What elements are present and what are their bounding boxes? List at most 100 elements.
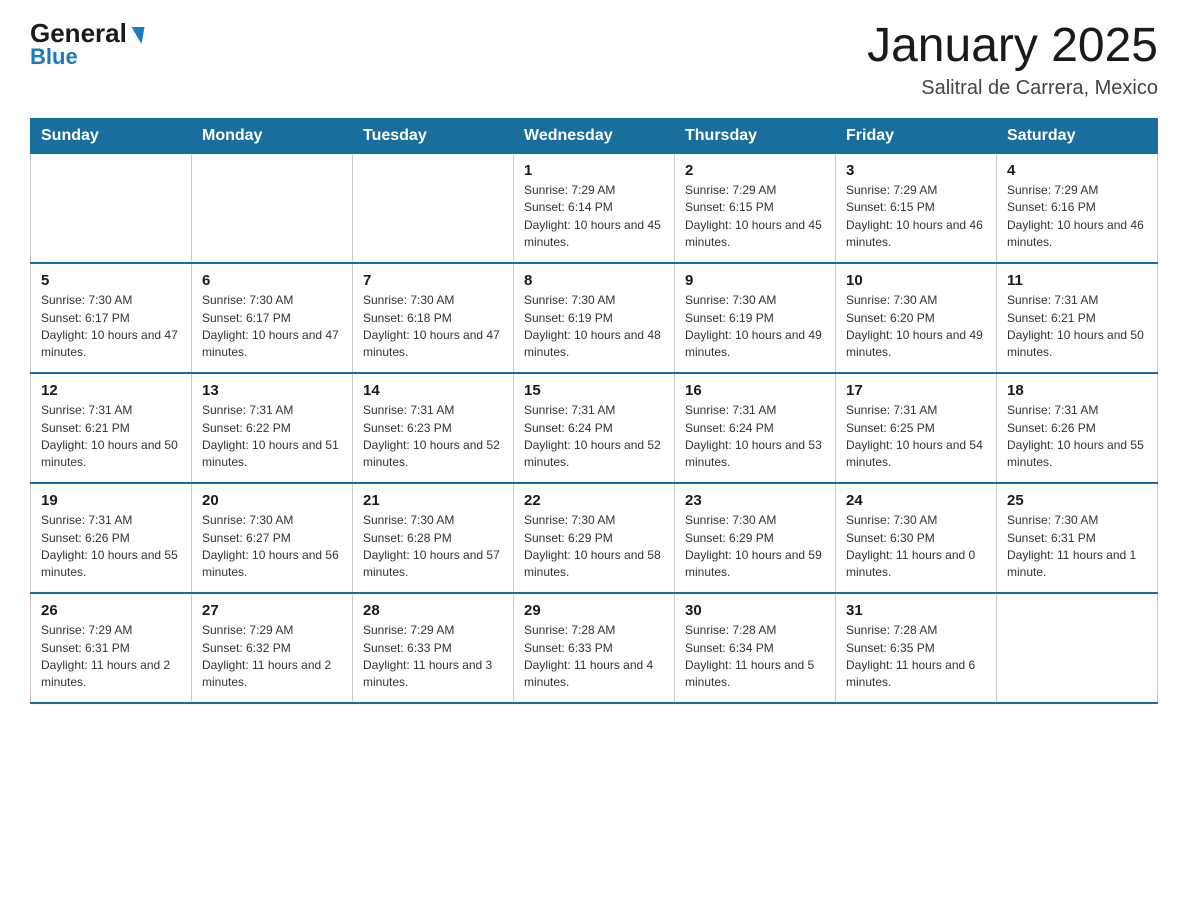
day-info: Sunrise: 7:30 AM Sunset: 6:29 PM Dayligh… bbox=[524, 512, 664, 582]
calendar-title: January 2025 bbox=[867, 20, 1158, 73]
day-cell: 24 Sunrise: 7:30 AM Sunset: 6:30 PM Dayli… bbox=[836, 483, 997, 593]
logo-text-line2: Blue bbox=[30, 44, 78, 70]
header-cell-tuesday: Tuesday bbox=[353, 118, 514, 153]
day-number: 9 bbox=[685, 272, 825, 289]
day-info: Sunrise: 7:31 AM Sunset: 6:24 PM Dayligh… bbox=[524, 402, 664, 472]
day-number: 21 bbox=[363, 492, 503, 509]
day-cell: 16 Sunrise: 7:31 AM Sunset: 6:24 PM Dayli… bbox=[675, 373, 836, 483]
day-cell: 23Sunrise: 7:30 AM Sunset: 6:29 PM Dayli… bbox=[675, 483, 836, 593]
day-info: Sunrise: 7:31 AM Sunset: 6:26 PM Dayligh… bbox=[1007, 402, 1147, 472]
day-info: Sunrise: 7:29 AM Sunset: 6:14 PM Dayligh… bbox=[524, 182, 664, 252]
day-info: Sunrise: 7:31 AM Sunset: 6:21 PM Dayligh… bbox=[41, 402, 181, 472]
day-number: 22 bbox=[524, 492, 664, 509]
day-cell: 17Sunrise: 7:31 AM Sunset: 6:25 PM Dayli… bbox=[836, 373, 997, 483]
day-cell bbox=[353, 153, 514, 263]
day-cell: 6Sunrise: 7:30 AM Sunset: 6:17 PM Daylig… bbox=[192, 263, 353, 373]
day-number: 8 bbox=[524, 272, 664, 289]
day-info: Sunrise: 7:30 AM Sunset: 6:19 PM Dayligh… bbox=[685, 292, 825, 362]
header-cell-thursday: Thursday bbox=[675, 118, 836, 153]
day-cell bbox=[31, 153, 192, 263]
day-info: Sunrise: 7:28 AM Sunset: 6:35 PM Dayligh… bbox=[846, 622, 986, 692]
week-row-2: 5 Sunrise: 7:30 AM Sunset: 6:17 PM Daylig… bbox=[31, 263, 1158, 373]
day-number: 11 bbox=[1007, 272, 1147, 289]
day-info: Sunrise: 7:30 AM Sunset: 6:19 PM Dayligh… bbox=[524, 292, 664, 362]
day-number: 12 bbox=[41, 382, 181, 399]
day-cell: 18 Sunrise: 7:31 AM Sunset: 6:26 PM Dayli… bbox=[997, 373, 1158, 483]
day-info: Sunrise: 7:31 AM Sunset: 6:21 PM Dayligh… bbox=[1007, 292, 1147, 362]
day-info: Sunrise: 7:29 AM Sunset: 6:15 PM Dayligh… bbox=[846, 182, 986, 252]
day-number: 13 bbox=[202, 382, 342, 399]
day-cell: 29 Sunrise: 7:28 AM Sunset: 6:33 PM Dayli… bbox=[514, 593, 675, 703]
week-row-5: 26 Sunrise: 7:29 AM Sunset: 6:31 PM Dayli… bbox=[31, 593, 1158, 703]
day-info: Sunrise: 7:30 AM Sunset: 6:30 PM Dayligh… bbox=[846, 512, 986, 582]
day-info: Sunrise: 7:29 AM Sunset: 6:15 PM Dayligh… bbox=[685, 182, 825, 252]
day-cell: 21 Sunrise: 7:30 AM Sunset: 6:28 PM Dayli… bbox=[353, 483, 514, 593]
day-cell: 5 Sunrise: 7:30 AM Sunset: 6:17 PM Daylig… bbox=[31, 263, 192, 373]
day-cell: 25 Sunrise: 7:30 AM Sunset: 6:31 PM Dayli… bbox=[997, 483, 1158, 593]
title-block: January 2025 Salitral de Carrera, Mexico bbox=[867, 20, 1158, 100]
day-cell: 26 Sunrise: 7:29 AM Sunset: 6:31 PM Dayli… bbox=[31, 593, 192, 703]
day-info: Sunrise: 7:29 AM Sunset: 6:31 PM Dayligh… bbox=[41, 622, 181, 692]
day-number: 31 bbox=[846, 602, 986, 619]
day-number: 4 bbox=[1007, 162, 1147, 179]
day-number: 2 bbox=[685, 162, 825, 179]
day-cell: 14 Sunrise: 7:31 AM Sunset: 6:23 PM Dayli… bbox=[353, 373, 514, 483]
day-info: Sunrise: 7:31 AM Sunset: 6:22 PM Dayligh… bbox=[202, 402, 342, 472]
day-number: 25 bbox=[1007, 492, 1147, 509]
day-number: 28 bbox=[363, 602, 503, 619]
header-cell-saturday: Saturday bbox=[997, 118, 1158, 153]
day-cell: 7 Sunrise: 7:30 AM Sunset: 6:18 PM Daylig… bbox=[353, 263, 514, 373]
day-number: 15 bbox=[524, 382, 664, 399]
header-cell-monday: Monday bbox=[192, 118, 353, 153]
day-number: 30 bbox=[685, 602, 825, 619]
day-info: Sunrise: 7:30 AM Sunset: 6:31 PM Dayligh… bbox=[1007, 512, 1147, 582]
day-number: 10 bbox=[846, 272, 986, 289]
day-info: Sunrise: 7:28 AM Sunset: 6:33 PM Dayligh… bbox=[524, 622, 664, 692]
day-number: 20 bbox=[202, 492, 342, 509]
day-number: 18 bbox=[1007, 382, 1147, 399]
calendar-body: 1Sunrise: 7:29 AM Sunset: 6:14 PM Daylig… bbox=[31, 153, 1158, 703]
day-cell: 3 Sunrise: 7:29 AM Sunset: 6:15 PM Daylig… bbox=[836, 153, 997, 263]
day-cell: 13 Sunrise: 7:31 AM Sunset: 6:22 PM Dayli… bbox=[192, 373, 353, 483]
day-cell: 4Sunrise: 7:29 AM Sunset: 6:16 PM Daylig… bbox=[997, 153, 1158, 263]
day-info: Sunrise: 7:30 AM Sunset: 6:20 PM Dayligh… bbox=[846, 292, 986, 362]
day-number: 5 bbox=[41, 272, 181, 289]
day-number: 3 bbox=[846, 162, 986, 179]
day-cell: 11 Sunrise: 7:31 AM Sunset: 6:21 PM Dayli… bbox=[997, 263, 1158, 373]
day-cell bbox=[997, 593, 1158, 703]
day-cell: 30Sunrise: 7:28 AM Sunset: 6:34 PM Dayli… bbox=[675, 593, 836, 703]
day-number: 16 bbox=[685, 382, 825, 399]
week-row-4: 19Sunrise: 7:31 AM Sunset: 6:26 PM Dayli… bbox=[31, 483, 1158, 593]
day-number: 27 bbox=[202, 602, 342, 619]
calendar-table: SundayMondayTuesdayWednesdayThursdayFrid… bbox=[30, 118, 1158, 705]
day-info: Sunrise: 7:31 AM Sunset: 6:26 PM Dayligh… bbox=[41, 512, 181, 582]
week-row-3: 12 Sunrise: 7:31 AM Sunset: 6:21 PM Dayli… bbox=[31, 373, 1158, 483]
day-cell bbox=[192, 153, 353, 263]
day-cell: 12 Sunrise: 7:31 AM Sunset: 6:21 PM Dayli… bbox=[31, 373, 192, 483]
day-cell: 27Sunrise: 7:29 AM Sunset: 6:32 PM Dayli… bbox=[192, 593, 353, 703]
day-cell: 19Sunrise: 7:31 AM Sunset: 6:26 PM Dayli… bbox=[31, 483, 192, 593]
day-number: 29 bbox=[524, 602, 664, 619]
header-cell-friday: Friday bbox=[836, 118, 997, 153]
day-number: 14 bbox=[363, 382, 503, 399]
day-cell: 8 Sunrise: 7:30 AM Sunset: 6:19 PM Daylig… bbox=[514, 263, 675, 373]
day-info: Sunrise: 7:30 AM Sunset: 6:18 PM Dayligh… bbox=[363, 292, 503, 362]
day-info: Sunrise: 7:31 AM Sunset: 6:25 PM Dayligh… bbox=[846, 402, 986, 472]
day-cell: 28 Sunrise: 7:29 AM Sunset: 6:33 PM Dayli… bbox=[353, 593, 514, 703]
day-info: Sunrise: 7:29 AM Sunset: 6:33 PM Dayligh… bbox=[363, 622, 503, 692]
day-cell: 22 Sunrise: 7:30 AM Sunset: 6:29 PM Dayli… bbox=[514, 483, 675, 593]
day-info: Sunrise: 7:30 AM Sunset: 6:17 PM Dayligh… bbox=[41, 292, 181, 362]
day-info: Sunrise: 7:31 AM Sunset: 6:23 PM Dayligh… bbox=[363, 402, 503, 472]
day-cell: 1Sunrise: 7:29 AM Sunset: 6:14 PM Daylig… bbox=[514, 153, 675, 263]
day-info: Sunrise: 7:30 AM Sunset: 6:28 PM Dayligh… bbox=[363, 512, 503, 582]
day-number: 7 bbox=[363, 272, 503, 289]
day-info: Sunrise: 7:30 AM Sunset: 6:17 PM Dayligh… bbox=[202, 292, 342, 362]
day-number: 26 bbox=[41, 602, 181, 619]
day-number: 23 bbox=[685, 492, 825, 509]
day-info: Sunrise: 7:31 AM Sunset: 6:24 PM Dayligh… bbox=[685, 402, 825, 472]
day-cell: 10 Sunrise: 7:30 AM Sunset: 6:20 PM Dayli… bbox=[836, 263, 997, 373]
header-row: SundayMondayTuesdayWednesdayThursdayFrid… bbox=[31, 118, 1158, 153]
day-cell: 9 Sunrise: 7:30 AM Sunset: 6:19 PM Daylig… bbox=[675, 263, 836, 373]
day-number: 24 bbox=[846, 492, 986, 509]
calendar-header: SundayMondayTuesdayWednesdayThursdayFrid… bbox=[31, 118, 1158, 153]
